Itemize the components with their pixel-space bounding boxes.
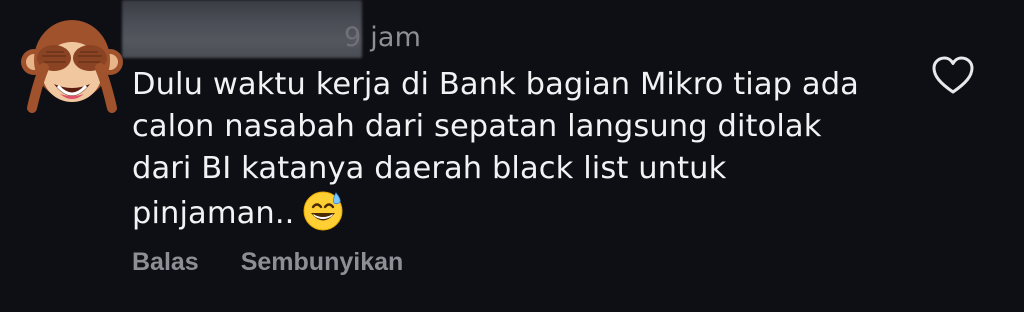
comment-text-line-last: pinjaman.. bbox=[132, 190, 912, 235]
see-no-evil-monkey-icon bbox=[21, 20, 123, 113]
comment-text-line: dari BI katanya daerah black list untuk bbox=[132, 151, 727, 186]
comment-actions: Balas Sembunyikan bbox=[132, 244, 403, 280]
timestamp-digit: 9 bbox=[344, 22, 362, 53]
comment-text-line: calon nasabah dari sepatan langsung dito… bbox=[132, 109, 822, 144]
timestamp-unit: jam bbox=[370, 22, 422, 53]
username-blurred[interactable] bbox=[122, 0, 362, 58]
comment-text: Dulu waktu kerja di Bank bagian Mikro ti… bbox=[132, 64, 912, 235]
like-heart-icon[interactable] bbox=[930, 54, 976, 96]
comment-text-line: Dulu waktu kerja di Bank bagian Mikro ti… bbox=[132, 67, 859, 102]
timestamp: 9 jam bbox=[344, 20, 421, 56]
avatar[interactable] bbox=[20, 12, 124, 116]
grinning-sweat-emoji-icon bbox=[302, 190, 344, 232]
comment-item: 9 jam Dulu waktu kerja di Bank bagian Mi… bbox=[0, 0, 1024, 312]
reply-button[interactable]: Balas bbox=[132, 244, 199, 280]
comment-text-line: pinjaman.. bbox=[132, 196, 295, 231]
hide-button[interactable]: Sembunyikan bbox=[241, 244, 404, 280]
